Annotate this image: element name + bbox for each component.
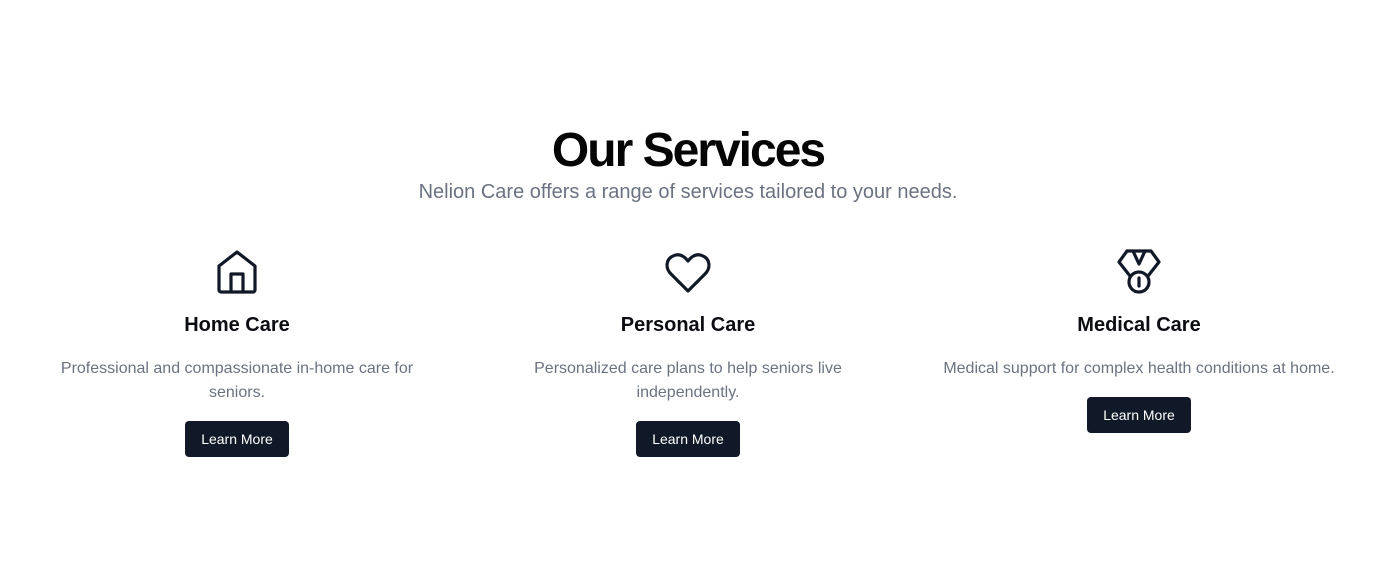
service-description: Medical support for complex health condi…: [943, 360, 1335, 377]
medal-icon: [1115, 248, 1163, 296]
service-title: Medical Care: [1077, 314, 1201, 336]
service-title: Home Care: [184, 314, 290, 336]
service-card-home-care: Home Care Professional and compassionate…: [22, 248, 452, 457]
service-title: Personal Care: [620, 314, 756, 336]
section-subtitle: Nelion Care offers a range of services t…: [418, 181, 958, 203]
heart-icon: [664, 248, 712, 296]
services-section: Our Services Nelion Care offers a range …: [0, 0, 1376, 585]
service-card-medical-care: Medical Care Medical support for complex…: [924, 248, 1354, 433]
learn-more-button[interactable]: Learn More: [636, 421, 740, 457]
home-icon: [213, 248, 261, 296]
service-card-personal-care: Personal Care Personalized care plans to…: [473, 248, 903, 457]
learn-more-button[interactable]: Learn More: [1087, 397, 1191, 433]
service-description: Personalized care plans to help seniors …: [534, 360, 842, 401]
section-title: Our Services: [551, 124, 826, 177]
learn-more-button[interactable]: Learn More: [185, 421, 289, 457]
service-description: Professional and compassionate in-home c…: [60, 360, 414, 401]
